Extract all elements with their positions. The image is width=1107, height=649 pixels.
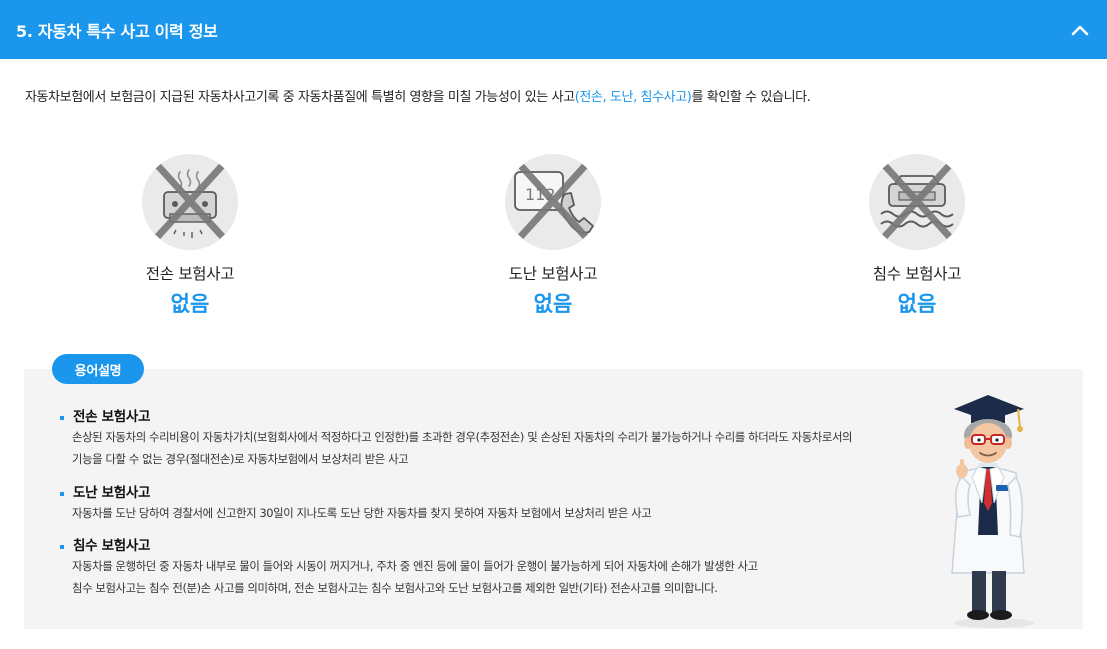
term-desc-line: 자동차를 도난 당하여 경찰서에 신고한지 30일이 지나도록 도난 당한 자동…	[72, 506, 652, 520]
glossary-term-flood: 침수 보험사고 자동차를 운행하던 중 자동차 내부로 물이 들어와 시동이 꺼…	[59, 537, 919, 599]
term-title: 전손 보험사고	[59, 408, 919, 426]
intro-text-end: 를 확인할 수 있습니다.	[691, 90, 811, 105]
accident-label: 도난 보험사고	[508, 265, 598, 283]
total-loss-circle	[142, 154, 238, 250]
term-desc-line: 자동차를 운행하던 중 자동차 내부로 물이 들어와 시동이 꺼지거나, 주차 …	[72, 559, 758, 573]
professor-character-icon	[951, 395, 1034, 628]
chevron-up-icon	[1071, 25, 1089, 35]
glossary-term-total-loss: 전손 보험사고 손상된 자동차의 수리비용이 자동차가치(보험회사에서 적정하다…	[59, 408, 919, 470]
theft-phone-icon: 112	[514, 163, 594, 239]
accident-label: 전손 보험사고	[145, 265, 235, 283]
intro-text: 자동차보험에서 보험금이 지급된 자동차사고기록 중 자동차품질에 특별히 영향…	[25, 88, 1095, 108]
flood-circle	[869, 154, 965, 250]
term-title: 침수 보험사고	[59, 537, 919, 555]
intro-text-main: 자동차보험에서 보험금이 지급된 자동차사고기록 중 자동차품질에 특별히 영향…	[25, 90, 575, 105]
accident-value: 없음	[897, 292, 937, 316]
term-desc-line: 침수 보험사고는 침수 전(분)손 사고를 의미하며, 전손 보험사고는 침수 …	[72, 581, 718, 595]
collapse-button[interactable]	[1067, 17, 1093, 43]
term-title: 도난 보험사고	[59, 484, 919, 502]
total-loss-car-icon	[155, 163, 225, 239]
accident-value: 없음	[170, 292, 210, 316]
professor-character	[938, 385, 1048, 630]
intro-highlight: (전손, 도난, 침수사고)	[574, 90, 692, 105]
section-header[interactable]: 5. 자동차 특수 사고 이력 정보	[0, 0, 1107, 59]
accident-label: 침수 보험사고	[872, 265, 962, 283]
term-desc-line: 기능을 다할 수 없는 경우(절대전손)로 자동차보험에서 보상처리 받은 사고	[72, 452, 409, 466]
accident-value: 없음	[533, 292, 573, 316]
theft-circle: 112	[505, 154, 601, 250]
accident-card-theft: 112 도난 보험사고 없음	[453, 154, 653, 318]
accident-card-total-loss: 전손 보험사고 없음	[90, 154, 290, 318]
glossary-badge: 용어설명	[52, 354, 144, 384]
glossary-term-theft: 도난 보험사고 자동차를 도난 당하여 경찰서에 신고한지 30일이 지나도록 …	[59, 484, 919, 524]
accident-card-flood: 침수 보험사고 없음	[817, 154, 1017, 318]
section-title: 5. 자동차 특수 사고 이력 정보	[16, 21, 218, 41]
flood-car-icon	[880, 163, 954, 239]
term-desc-line: 손상된 자동차의 수리비용이 자동차가치(보험회사에서 적정하다고 인정한)를 …	[72, 430, 853, 444]
